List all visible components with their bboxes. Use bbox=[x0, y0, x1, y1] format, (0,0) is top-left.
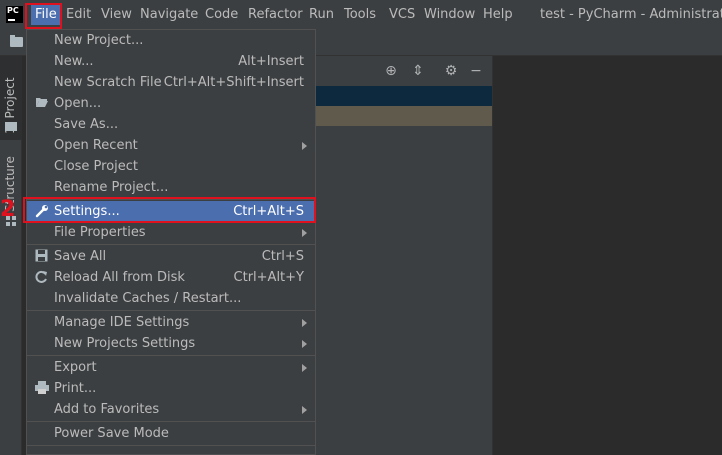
menu-item-label: Rename Project... bbox=[54, 180, 169, 195]
submenu-arrow-icon bbox=[302, 319, 307, 327]
menu-tools[interactable]: Tools bbox=[344, 5, 376, 25]
menu-item-invalidate-caches[interactable]: Invalidate Caches / Restart... bbox=[27, 288, 315, 309]
annotation-box-settings bbox=[23, 197, 316, 223]
menu-item-label: Print... bbox=[54, 381, 97, 396]
menu-item-label: Open Recent bbox=[54, 138, 138, 153]
menu-item-print[interactable]: Print... bbox=[27, 378, 315, 399]
menu-bar: PC File Edit View Navigate Code Refactor… bbox=[0, 0, 722, 30]
menu-item-label: Manage IDE Settings bbox=[54, 315, 190, 330]
menu-item-save-as[interactable]: Save As... bbox=[27, 114, 315, 135]
menu-item-label: New... bbox=[54, 54, 94, 69]
menu-separator bbox=[27, 421, 315, 422]
menu-item-label: Save As... bbox=[54, 117, 119, 132]
menu-item-new-projects-settings[interactable]: New Projects Settings bbox=[27, 333, 315, 354]
menu-refactor[interactable]: Refactor bbox=[248, 5, 303, 25]
menu-item-new[interactable]: New... Alt+Insert bbox=[27, 51, 315, 72]
menu-item-save-all[interactable]: Save All Ctrl+S bbox=[27, 246, 315, 267]
menu-item-label: Add to Favorites bbox=[54, 402, 160, 417]
menu-item-label: Power Save Mode bbox=[54, 426, 169, 441]
menu-separator bbox=[27, 310, 315, 311]
submenu-arrow-icon bbox=[302, 142, 307, 150]
menu-item-label: New Projects Settings bbox=[54, 336, 196, 351]
menu-item-label: New Scratch File bbox=[54, 75, 162, 90]
menu-edit[interactable]: Edit bbox=[66, 5, 91, 25]
menu-item-manage-ide-settings[interactable]: Manage IDE Settings bbox=[27, 312, 315, 333]
project-tab-folder-icon bbox=[5, 122, 17, 131]
menu-item-add-to-favorites[interactable]: Add to Favorites bbox=[27, 399, 315, 420]
menu-code[interactable]: Code bbox=[205, 5, 238, 25]
annotation-box-file bbox=[25, 3, 62, 29]
menu-item-new-scratch-file[interactable]: New Scratch File Ctrl+Alt+Shift+Insert bbox=[27, 72, 315, 93]
menu-item-label: Invalidate Caches / Restart... bbox=[54, 291, 242, 306]
menu-item-power-save-mode[interactable]: Power Save Mode bbox=[27, 423, 315, 444]
collapse-all-icon[interactable]: ⇕ bbox=[410, 63, 426, 79]
tree-row[interactable] bbox=[316, 106, 492, 126]
menu-item-new-project[interactable]: New Project... bbox=[27, 30, 315, 51]
menu-window[interactable]: Window bbox=[424, 5, 475, 25]
menu-item-label: Close Project bbox=[54, 159, 139, 174]
left-tool-stripe: 1: Project Structure bbox=[0, 56, 22, 455]
submenu-arrow-icon bbox=[302, 406, 307, 414]
submenu-arrow-icon bbox=[302, 229, 307, 237]
menu-item-shortcut: Ctrl+S bbox=[261, 249, 304, 264]
file-menu: New Project... New... Alt+Insert New Scr… bbox=[26, 29, 316, 455]
submenu-arrow-icon bbox=[302, 340, 307, 348]
project-panel-header: ⊕ ⇕ ⚙ − bbox=[316, 56, 492, 86]
save-icon bbox=[34, 249, 49, 264]
locate-icon[interactable]: ⊕ bbox=[383, 63, 399, 79]
menu-item-open[interactable]: Open... bbox=[27, 93, 315, 114]
folder-icon bbox=[34, 96, 49, 111]
menu-item-label: Save All bbox=[54, 249, 107, 264]
menu-item-label: New Project... bbox=[54, 33, 144, 48]
menu-item-label: File Properties bbox=[54, 225, 146, 240]
menu-item-shortcut: Ctrl+Alt+Shift+Insert bbox=[163, 75, 304, 90]
menu-item-file-properties[interactable]: File Properties bbox=[27, 222, 315, 243]
menu-help[interactable]: Help bbox=[483, 5, 513, 25]
submenu-arrow-icon bbox=[302, 364, 307, 372]
reload-icon bbox=[34, 270, 49, 285]
project-tree bbox=[316, 86, 492, 455]
menu-vcs[interactable]: VCS bbox=[389, 5, 415, 25]
menu-item-export[interactable]: Export bbox=[27, 357, 315, 378]
menu-item-close-project[interactable]: Close Project bbox=[27, 156, 315, 177]
minimize-icon[interactable]: − bbox=[468, 63, 484, 79]
menu-separator bbox=[27, 355, 315, 356]
menu-item-label: Reload All from Disk bbox=[54, 270, 185, 285]
menu-view[interactable]: View bbox=[101, 5, 132, 25]
editor-area[interactable] bbox=[492, 56, 722, 455]
pycharm-logo-icon: PC bbox=[6, 6, 23, 23]
menu-item-shortcut: Alt+Insert bbox=[238, 54, 304, 69]
menu-separator bbox=[27, 445, 315, 446]
printer-icon bbox=[34, 381, 49, 396]
menu-run[interactable]: Run bbox=[309, 5, 334, 25]
gear-icon[interactable]: ⚙ bbox=[443, 63, 459, 79]
annotation-step-number: 2 bbox=[0, 197, 16, 222]
window-title: test - PyCharm - Administrator bbox=[540, 7, 722, 22]
menu-navigate[interactable]: Navigate bbox=[140, 5, 198, 25]
menu-item-rename-project[interactable]: Rename Project... bbox=[27, 177, 315, 198]
menu-item-label: Export bbox=[54, 360, 97, 375]
menu-separator bbox=[27, 244, 315, 245]
menu-item-shortcut: Ctrl+Alt+Y bbox=[233, 270, 304, 285]
menu-item-label: Open... bbox=[54, 96, 102, 111]
menu-item-reload-all[interactable]: Reload All from Disk Ctrl+Alt+Y bbox=[27, 267, 315, 288]
menu-item-open-recent[interactable]: Open Recent bbox=[27, 135, 315, 156]
tree-row-selected[interactable] bbox=[316, 86, 492, 106]
project-folder-icon[interactable] bbox=[10, 35, 23, 47]
